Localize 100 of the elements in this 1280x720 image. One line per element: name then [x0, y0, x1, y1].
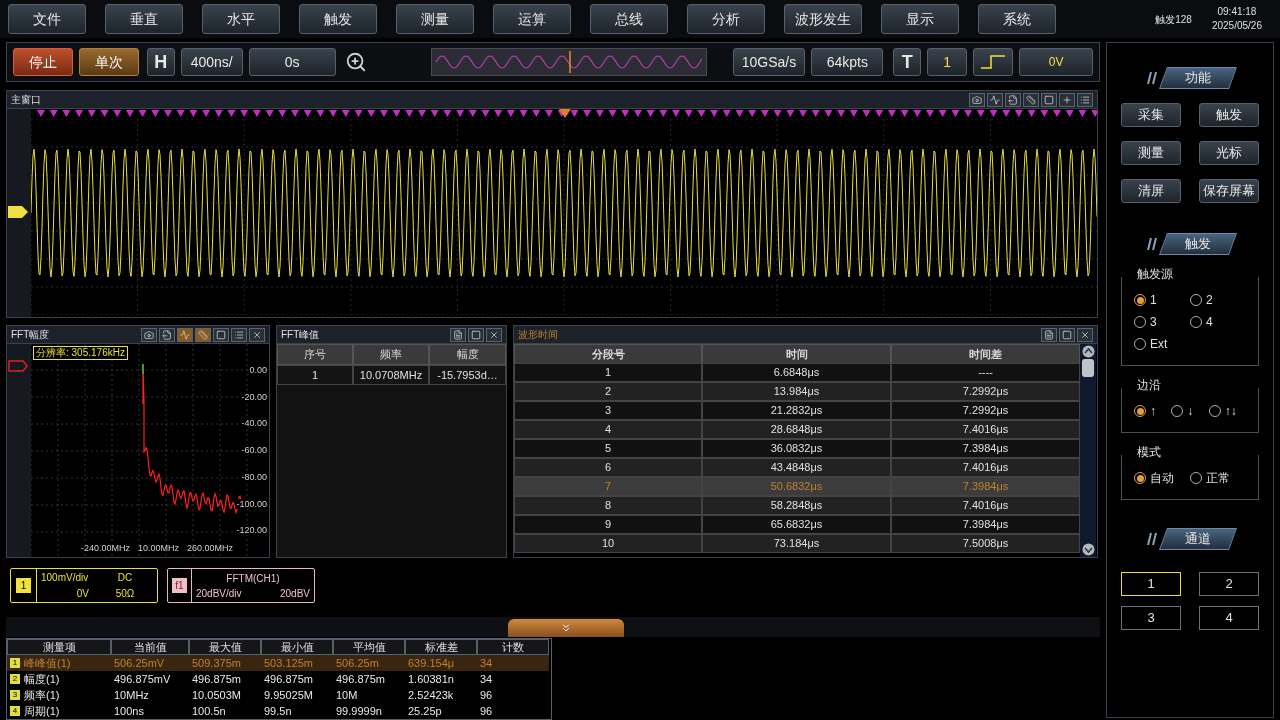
add-button[interactable]: [1059, 92, 1075, 107]
channel-badge: 1: [16, 578, 31, 593]
table-cell: 7.2992μs: [891, 382, 1080, 401]
table-cell: 509.375m: [189, 655, 261, 671]
table-cell: 7.2992μs: [891, 401, 1080, 420]
camera-icon: [144, 329, 154, 340]
channel-button[interactable]: 1: [1121, 572, 1181, 596]
radio-option[interactable]: 1: [1134, 291, 1190, 309]
export-icon: [162, 329, 172, 340]
export-button[interactable]: [159, 327, 175, 342]
list-icon: [1080, 94, 1090, 105]
peak-button[interactable]: [177, 327, 193, 342]
panel-title: 主窗口: [11, 93, 41, 107]
screenshot-button[interactable]: [141, 327, 157, 342]
radio-option[interactable]: 3: [1134, 313, 1190, 331]
radio-option[interactable]: ↓: [1171, 402, 1209, 420]
measure-button[interactable]: [987, 92, 1003, 107]
table-cell: 9: [514, 515, 702, 534]
close-icon: [489, 329, 499, 340]
menu-button[interactable]: 总线: [590, 4, 668, 34]
table-cell: 7.4016μs: [891, 458, 1080, 477]
marker-button[interactable]: [195, 327, 211, 342]
radio-option[interactable]: Ext: [1134, 335, 1190, 353]
zoom-in-icon: [344, 51, 367, 73]
radio-option[interactable]: ↑: [1134, 402, 1172, 420]
menu-button[interactable]: 显示: [881, 4, 959, 34]
menu-button[interactable]: 系统: [978, 4, 1056, 34]
export-button[interactable]: [450, 327, 466, 342]
single-button[interactable]: 单次: [78, 48, 139, 76]
document-icon: [1044, 329, 1054, 340]
export-button[interactable]: [1005, 92, 1021, 107]
radio-option[interactable]: ↑↓: [1208, 402, 1246, 420]
screenshot-button[interactable]: [969, 92, 985, 107]
function-button[interactable]: 测量: [1121, 141, 1181, 165]
stop-button[interactable]: 停止: [13, 48, 73, 76]
close-icon: [1080, 329, 1090, 340]
table-cell: 1: [277, 365, 353, 385]
maximize-button[interactable]: [468, 327, 484, 342]
window-button[interactable]: [1041, 92, 1057, 107]
channel-button[interactable]: 3: [1121, 606, 1181, 630]
scrollbar[interactable]: [1080, 344, 1096, 557]
function-button[interactable]: 采集: [1121, 103, 1181, 127]
group-title: 边沿: [1135, 376, 1163, 394]
table-cell: 10: [514, 534, 702, 553]
marker-button[interactable]: [1023, 92, 1039, 107]
memory-depth-button[interactable]: 64kpts: [811, 48, 884, 76]
export-button[interactable]: [1041, 327, 1057, 342]
peak-icon: [180, 329, 190, 340]
channel-button[interactable]: 4: [1199, 606, 1259, 630]
trigger-count: 触发128: [1155, 12, 1192, 27]
offset-button[interactable]: 0s: [248, 48, 336, 76]
clock-time: 09:41:18: [1217, 5, 1257, 19]
function-button[interactable]: 触发: [1199, 103, 1259, 127]
maximize-button[interactable]: [213, 327, 229, 342]
table-cell: 7.4016μs: [891, 420, 1080, 439]
column-header: 时间差: [891, 344, 1080, 364]
menu-button[interactable]: [231, 327, 247, 342]
table-cell: 50.6832μs: [702, 477, 891, 496]
radio-option[interactable]: 正常: [1190, 469, 1246, 487]
column-header: 分段号: [514, 344, 702, 364]
menu-button[interactable]: 测量: [396, 4, 474, 34]
table-cell: 36.0832μs: [702, 439, 891, 458]
menu-button[interactable]: 运算: [493, 4, 571, 34]
table-cell: 639.154μ: [405, 655, 477, 671]
menu-button[interactable]: 波形发生: [784, 4, 862, 34]
math-info-card[interactable]: f1 FFTM(CH1) 20dBV/div 20dBV: [167, 568, 315, 603]
function-button[interactable]: 光标: [1199, 141, 1259, 165]
scroll-thumb[interactable]: [1082, 359, 1094, 377]
trigger-source-button[interactable]: 1: [927, 48, 968, 76]
ruler-icon: [1026, 94, 1036, 105]
trigger-edge-button[interactable]: [973, 48, 1014, 76]
close-button[interactable]: [249, 327, 265, 342]
menu-button[interactable]: 触发: [299, 4, 377, 34]
function-button[interactable]: 清屏: [1121, 179, 1181, 203]
section-header: 功能: [1159, 67, 1237, 89]
function-button[interactable]: 保存屏幕: [1199, 179, 1259, 203]
column-header: 最大值: [189, 639, 261, 655]
menu-button[interactable]: 分析: [687, 4, 765, 34]
table-cell: 506.25mV: [111, 655, 189, 671]
radio-option[interactable]: 4: [1190, 313, 1246, 331]
menu-button[interactable]: 垂直: [105, 4, 183, 34]
radio-option[interactable]: 2: [1190, 291, 1246, 309]
maximize-button[interactable]: [1059, 327, 1075, 342]
axis-tick-label: 0.00: [249, 365, 267, 375]
menu-button[interactable]: [1077, 92, 1093, 107]
menu-button[interactable]: 水平: [202, 4, 280, 34]
sample-rate-button[interactable]: 10GSa/s: [732, 48, 806, 76]
table-cell: 2: [514, 382, 702, 401]
trigger-level-button[interactable]: 0V: [1019, 48, 1093, 76]
channel-info-card[interactable]: 1 100mV/div DC 0V 50Ω: [10, 568, 158, 603]
timebase-button[interactable]: 400ns/: [180, 48, 243, 76]
radio-option[interactable]: 自动: [1134, 469, 1190, 487]
table-cell: 10.0708MHz: [353, 365, 429, 385]
channel-button[interactable]: 2: [1199, 572, 1259, 596]
vertical-offset: 0V: [75, 587, 90, 602]
close-button[interactable]: [1077, 327, 1093, 342]
measurement-badge: 3: [10, 690, 20, 700]
menu-button[interactable]: 文件: [8, 4, 86, 34]
close-button[interactable]: [486, 327, 502, 342]
impedance: 50Ω: [114, 587, 136, 602]
